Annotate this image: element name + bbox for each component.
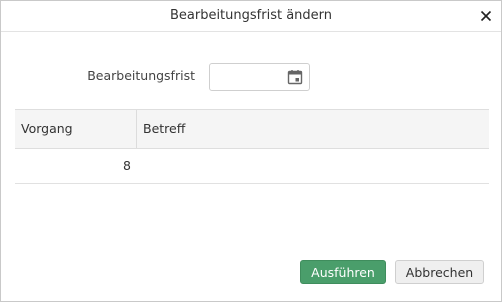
close-icon[interactable]	[477, 7, 495, 25]
deadline-date-field[interactable]	[209, 63, 310, 91]
dialog: Bearbeitungsfrist ändern Bearbeitungsfri…	[0, 0, 502, 302]
process-table: Vorgang Betreff 8	[15, 109, 489, 184]
table-header: Vorgang Betreff	[15, 109, 489, 149]
deadline-label: Bearbeitungsfrist	[87, 68, 195, 83]
dialog-titlebar: Bearbeitungsfrist ändern	[1, 1, 501, 32]
execute-button[interactable]: Ausführen	[300, 260, 386, 284]
cell-vorgang: 8	[123, 158, 131, 173]
table-row[interactable]: 8	[15, 149, 489, 184]
column-header-betreff[interactable]: Betreff	[137, 110, 489, 148]
dialog-title: Bearbeitungsfrist ändern	[169, 8, 333, 23]
calendar-icon[interactable]	[287, 69, 303, 85]
cancel-button[interactable]: Abbrechen	[395, 260, 484, 284]
column-header-vorgang[interactable]: Vorgang	[15, 110, 137, 148]
deadline-input[interactable]	[214, 67, 284, 87]
cell-betreff	[143, 149, 483, 183]
